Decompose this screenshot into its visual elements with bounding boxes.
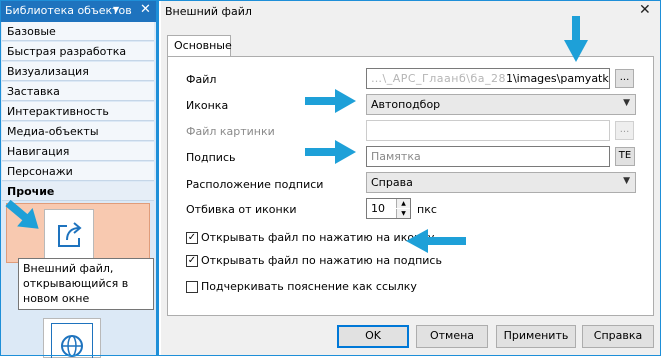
window-frame <box>0 0 661 356</box>
